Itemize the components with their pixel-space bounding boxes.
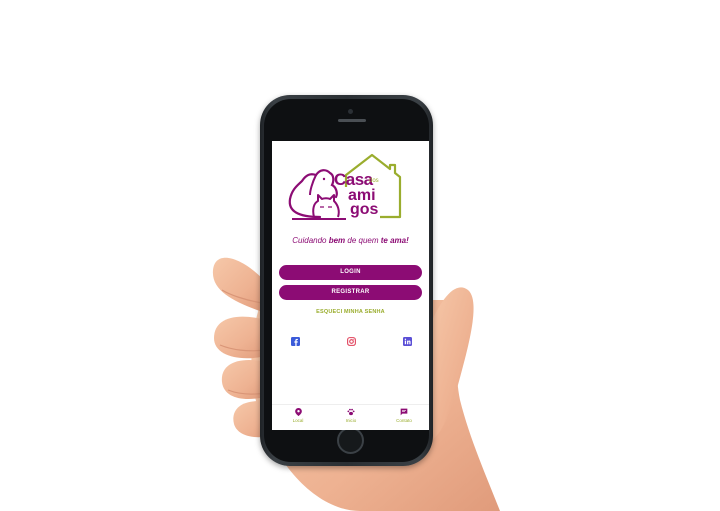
login-button[interactable]: LOGIN xyxy=(279,265,422,280)
paw-icon xyxy=(347,408,355,416)
tab-local[interactable]: Local xyxy=(278,408,318,423)
tab-local-label: Local xyxy=(292,418,304,423)
casa-dos-amigos-logo: Casa dos ami gos xyxy=(280,147,421,235)
register-button[interactable]: REGISTRAR xyxy=(279,285,422,300)
tab-inicio-label: Inicio xyxy=(345,418,357,423)
smartphone: Casa dos ami gos Cuidando bem de quem te… xyxy=(260,95,433,466)
tagline-part1: Cuidando xyxy=(292,236,329,245)
scene: Casa dos ami gos Cuidando bem de quem te… xyxy=(0,0,720,511)
logo-word-gos: gos xyxy=(350,201,379,218)
app-screen: Casa dos ami gos Cuidando bem de quem te… xyxy=(272,141,429,430)
tagline-bold2: te ama! xyxy=(380,236,409,245)
tagline: Cuidando bem de quem te ama! xyxy=(272,236,429,245)
tab-contato[interactable]: Contato xyxy=(384,408,424,423)
phone-bezel: Casa dos ami gos Cuidando bem de quem te… xyxy=(264,99,429,462)
location-pin-icon xyxy=(294,408,302,416)
home-button[interactable] xyxy=(337,427,364,454)
tagline-part2: de quem xyxy=(345,236,381,245)
logo-word-casa: Casa xyxy=(334,170,373,189)
chat-icon xyxy=(400,408,408,416)
instagram-icon[interactable] xyxy=(347,337,356,346)
logo-word-dos: dos xyxy=(369,178,379,184)
facebook-icon[interactable] xyxy=(291,337,300,346)
front-camera xyxy=(348,109,353,114)
linkedin-icon[interactable] xyxy=(403,337,412,346)
tagline-bold1: bem xyxy=(328,236,346,245)
forgot-password-link[interactable]: ESQUECI MINHA SENHA xyxy=(272,309,429,315)
tab-inicio[interactable]: Inicio xyxy=(331,408,371,423)
bottom-tab-bar: Local Inicio Contato xyxy=(272,404,429,430)
earpiece-speaker xyxy=(338,119,366,122)
tab-contato-label: Contato xyxy=(396,418,412,423)
